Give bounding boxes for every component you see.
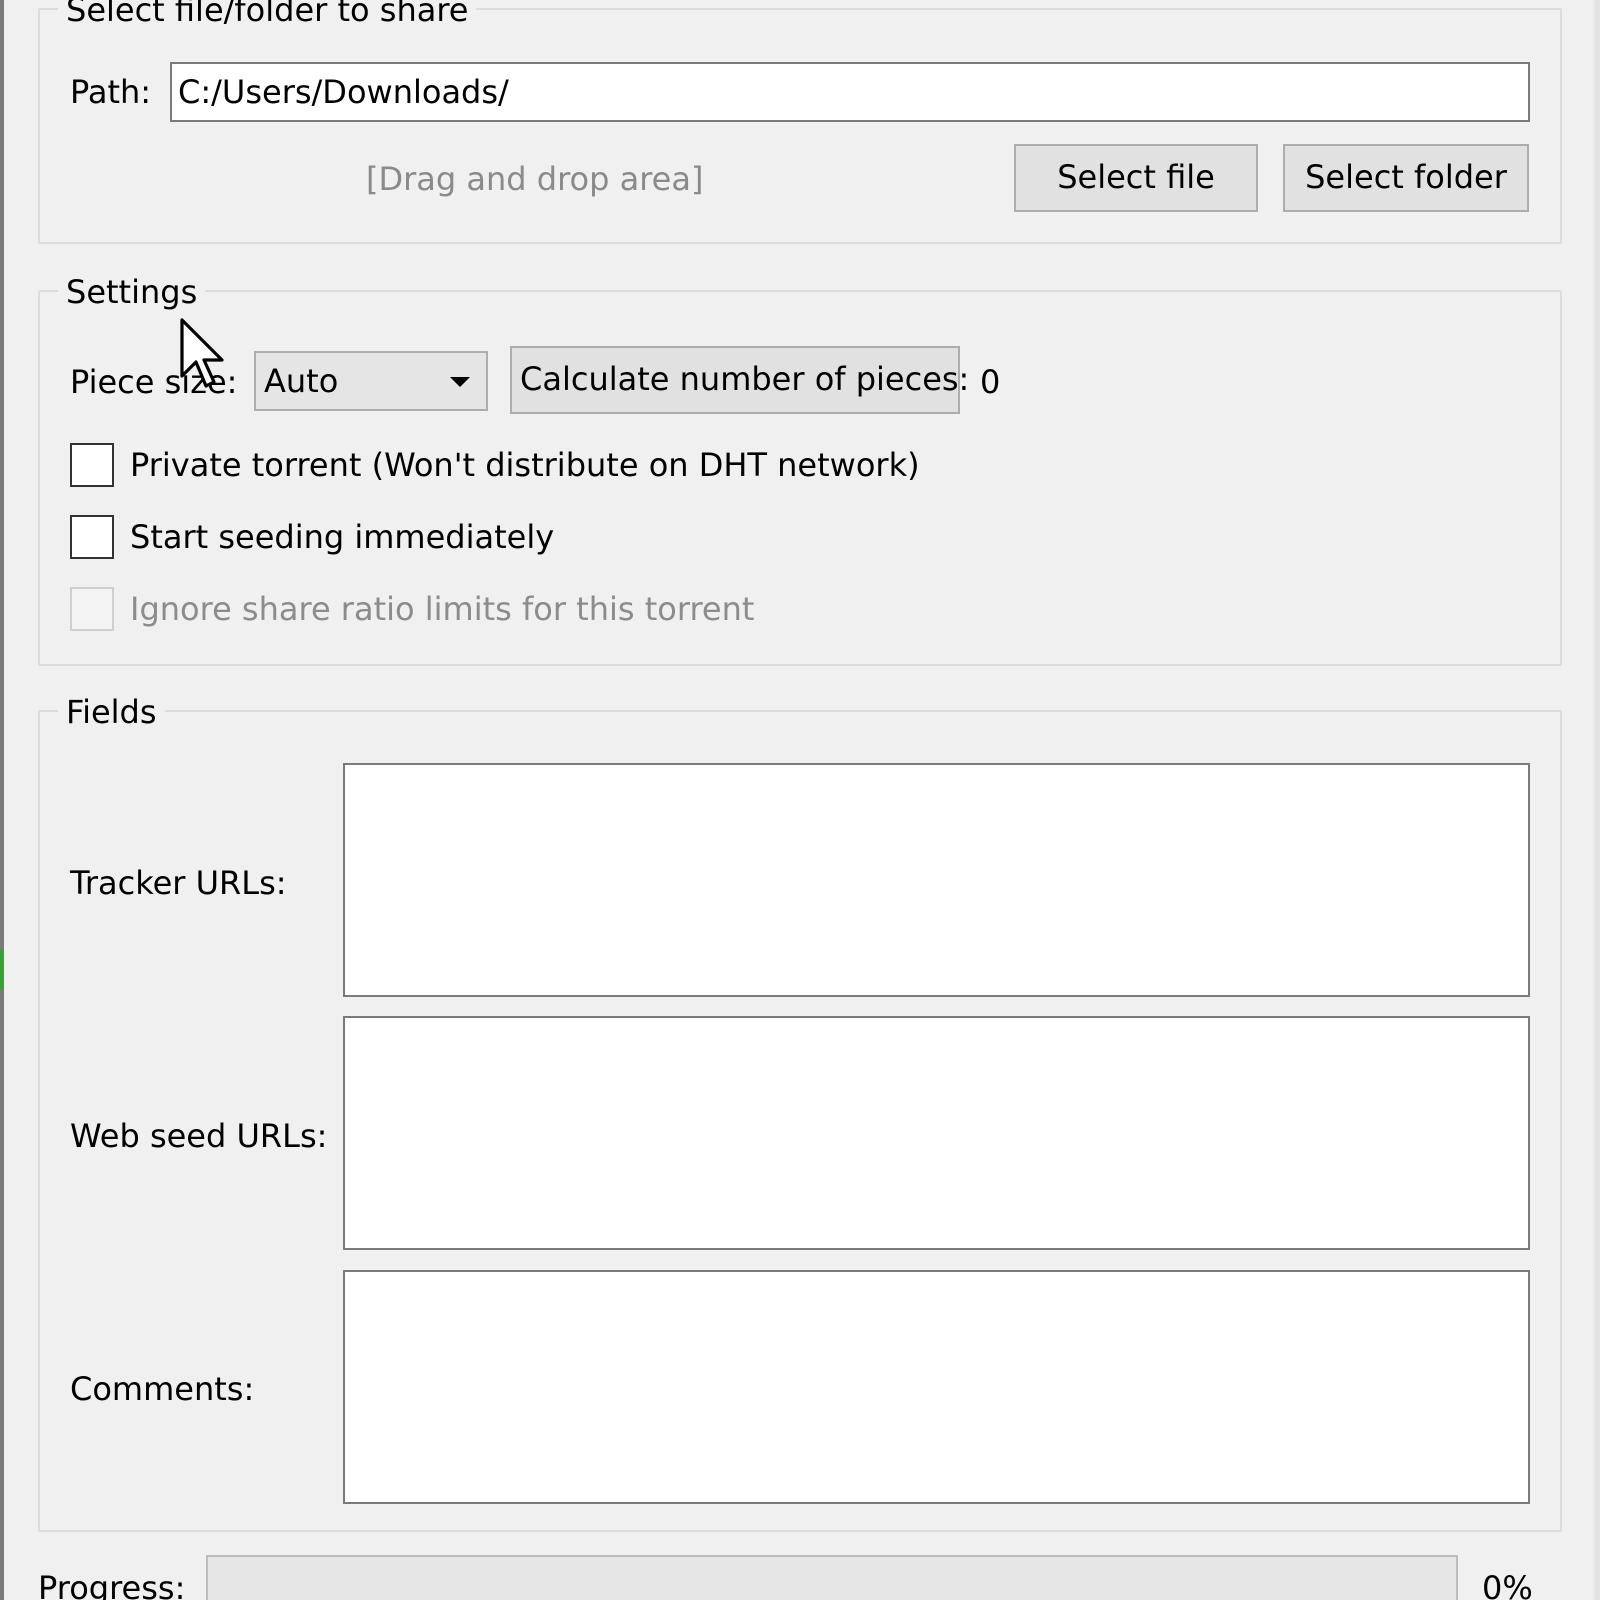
piece-size-value: Auto	[264, 362, 339, 400]
progress-bar	[206, 1555, 1458, 1600]
tracker-urls-label: Tracker URLs:	[70, 864, 287, 902]
ignore-ratio-label: Ignore share ratio limits for this torre…	[130, 590, 755, 628]
web-seed-urls-label: Web seed URLs:	[70, 1117, 328, 1155]
chevron-down-icon	[450, 377, 470, 387]
pieces-count: 0	[980, 363, 1001, 401]
calculate-pieces-button[interactable]: Calculate number of pieces:	[510, 346, 969, 414]
window-right-edge	[1594, 0, 1600, 1600]
start-seeding-label[interactable]: Start seeding immediately	[130, 517, 554, 557]
progress-percent: 0%	[1482, 1569, 1533, 1600]
fields-group-title: Fields	[58, 692, 165, 732]
start-seeding-checkbox[interactable]	[70, 515, 114, 559]
progress-label: Progress:	[38, 1569, 186, 1600]
path-label: Path:	[70, 73, 152, 111]
comments-label: Comments:	[70, 1370, 255, 1408]
select-file-button[interactable]: Select file	[1014, 144, 1258, 212]
piece-size-label: Piece size:	[70, 363, 238, 401]
private-torrent-label[interactable]: Private torrent (Won't distribute on DHT…	[130, 445, 920, 485]
comments-textarea[interactable]	[343, 1270, 1530, 1504]
select-folder-button[interactable]: Select folder	[1283, 144, 1529, 212]
create-torrent-dialog: Select file/folder to share Path: [Drag …	[0, 0, 1600, 1600]
ignore-ratio-checkbox	[70, 587, 114, 631]
edge-accent	[0, 950, 4, 990]
settings-group-title: Settings	[58, 272, 206, 312]
source-group-title: Select file/folder to share	[58, 0, 477, 30]
private-torrent-checkbox[interactable]	[70, 443, 114, 487]
tracker-urls-textarea[interactable]	[343, 763, 1530, 997]
window-left-edge	[0, 0, 4, 1600]
path-input[interactable]	[170, 62, 1530, 122]
drag-drop-area[interactable]: [Drag and drop area]	[366, 159, 703, 199]
piece-size-select[interactable]: Auto	[254, 351, 488, 411]
web-seed-urls-textarea[interactable]	[343, 1016, 1530, 1250]
